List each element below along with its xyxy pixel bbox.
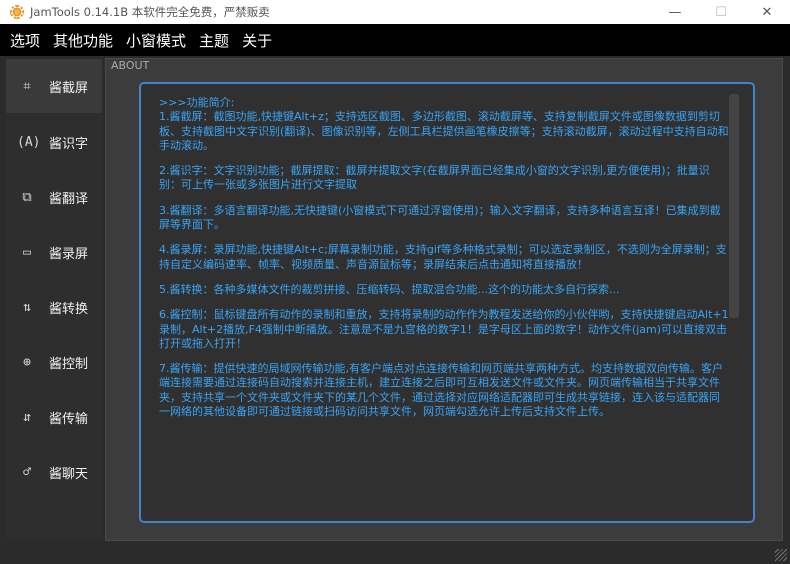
sidebar-item-transfer[interactable]: ⇵ 酱传输 [6, 390, 102, 444]
menu-theme[interactable]: 主题 [199, 30, 229, 51]
paragraph-control: 6.酱控制：鼠标键盘所有动作的录制和重放，支持将录制的动作作为教程发送给你的小伙… [159, 308, 729, 350]
status-strip [0, 541, 790, 564]
sidebar-item-screenshot[interactable]: ⌗ 酱截屏 [6, 59, 102, 113]
section-label: ABOUT [111, 59, 150, 72]
about-text-box[interactable]: >>>功能简介: 1.酱截屏：截图功能,快捷键Alt+z；支持选区截图、多边形截… [139, 82, 755, 523]
app-window: JamTools 0.14.1B 本软件完全免费，严禁贩卖 — ☐ ✕ 选项 其… [0, 0, 790, 564]
window-title: JamTools 0.14.1B 本软件完全免费，严禁贩卖 [30, 5, 270, 19]
sidebar-item-label: 酱转换 [49, 301, 89, 317]
paragraph-screenshot: >>>功能简介: 1.酱截屏：截图功能,快捷键Alt+z；支持选区截图、多边形截… [159, 96, 729, 152]
sidebar-item-label: 酱控制 [49, 356, 89, 372]
paragraph-record: 4.酱录屏：录屏功能,快捷键Alt+c;屏幕录制功能，支持gif等多种格式录制；… [159, 243, 727, 271]
sidebar-item-label: 酱截屏 [49, 80, 89, 96]
ocr-icon: (A) [17, 134, 41, 150]
about-panel: ABOUT >>>功能简介: 1.酱截屏：截图功能,快捷键Alt+z；支持选区截… [105, 58, 783, 541]
translate-icon: ⧉ [22, 189, 32, 205]
sidebar-item-label: 酱识字 [49, 136, 89, 152]
menu-options[interactable]: 选项 [10, 30, 40, 51]
app-logo-icon [10, 5, 24, 19]
sidebar-item-ocr[interactable]: (A) 酱识字 [6, 115, 102, 169]
paragraph-convert: 5.酱转换：各种多媒体文件的裁剪拼接、压缩转码、提取混合功能...这个的功能太多… [159, 282, 620, 296]
close-button[interactable]: ✕ [744, 0, 790, 24]
chat-icon: ♂ [23, 464, 31, 480]
sidebar-item-translate[interactable]: ⧉ 酱翻译 [6, 170, 102, 224]
vertical-scrollbar[interactable] [729, 94, 739, 318]
sidebar-item-chat[interactable]: ♂ 酱聊天 [6, 445, 102, 499]
transfer-icon: ⇵ [23, 409, 31, 425]
minimize-button[interactable]: — [652, 0, 698, 24]
title-bar: JamTools 0.14.1B 本软件完全免费，严禁贩卖 — ☐ ✕ [0, 0, 790, 24]
paragraph-transfer: 7.酱传输：提供快速的局域网传输功能,有客户端点对点连接传输和网页端共享两种方式… [159, 362, 723, 419]
sidebar: ⌗ 酱截屏 (A) 酱识字 ⧉ 酱翻译 ▭ 酱录屏 ⇅ 酱转换 ⊕ 酱控制 ⇵ … [6, 59, 102, 539]
sidebar-item-label: 酱传输 [49, 411, 89, 427]
sidebar-item-label: 酱聊天 [49, 466, 89, 482]
window-controls: — ☐ ✕ [652, 0, 790, 24]
paragraph-translate: 3.酱翻译：多语言翻译功能,无快捷键(小窗模式下可通过浮窗使用)；输入文字翻译，… [159, 203, 721, 232]
sidebar-item-label: 酱录屏 [49, 246, 89, 262]
about-text: >>>功能简介: 1.酱截屏：截图功能,快捷键Alt+z；支持选区截图、多边形截… [159, 96, 729, 430]
sidebar-item-control[interactable]: ⊕ 酱控制 [6, 335, 102, 389]
menu-about[interactable]: 关于 [242, 30, 272, 51]
menu-mini-mode[interactable]: 小窗模式 [126, 30, 186, 51]
video-icon: ▭ [23, 244, 31, 260]
convert-icon: ⇅ [23, 299, 31, 315]
menu-other-functions[interactable]: 其他功能 [53, 30, 113, 51]
menu-bar: 选项 其他功能 小窗模式 主题 关于 [0, 24, 790, 56]
crop-icon: ⌗ [23, 78, 31, 94]
sidebar-item-record[interactable]: ▭ 酱录屏 [6, 225, 102, 279]
paragraph-ocr: 2.酱识字：文字识别功能；截屏提取：截屏并提取文字(在截屏界面已经集成小窗的文字… [159, 164, 710, 192]
maximize-button[interactable]: ☐ [698, 0, 744, 24]
sidebar-item-label: 酱翻译 [49, 191, 89, 207]
resize-grip-icon[interactable] [775, 549, 787, 561]
sidebar-item-convert[interactable]: ⇅ 酱转换 [6, 280, 102, 334]
control-icon: ⊕ [23, 354, 31, 370]
